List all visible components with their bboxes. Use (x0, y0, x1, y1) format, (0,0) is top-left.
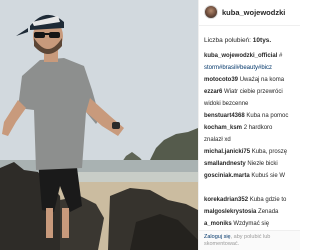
comment-text: Kuba, proszę (251, 149, 288, 155)
comment-username[interactable]: smallandnesty (204, 161, 246, 167)
comment-item: kuba_wojewodzki_official # (204, 52, 300, 64)
comment-item: widoki bezcenne (204, 100, 300, 112)
login-link[interactable]: Zaloguj się (204, 234, 231, 240)
login-prompt: Zaloguj się, aby polubić lub skomentować… (204, 234, 296, 248)
likes-count: Liczba polubień: 10tys. (204, 37, 271, 44)
comment-item: motocoto39 Uważaj na koma (204, 76, 300, 88)
post-sidebar: kuba_wojewodzki Liczba polubień: 10tys. … (198, 0, 300, 250)
comment-username[interactable]: gosciniak.marta (204, 173, 250, 179)
comment-text: 2 hardkoro (243, 125, 273, 131)
comment-username[interactable]: a_moniks (204, 221, 232, 227)
comment-username[interactable]: korekadrian352 (204, 197, 248, 203)
comment-item: storm#brasil#beauty#bicz (204, 64, 300, 76)
comment-text: # (279, 53, 283, 59)
comment-item: znalazł xd (204, 136, 300, 148)
photo-scene (0, 0, 198, 250)
comment-text: Wzdymać się (233, 221, 270, 227)
avatar[interactable] (204, 5, 218, 19)
comment-username[interactable]: kuba_wojewodzki_official (204, 53, 277, 59)
comment-text: Wiatr ciebie przewróci (224, 89, 283, 95)
post-username[interactable]: kuba_wojewodzki (222, 8, 285, 17)
comment-text: znalazł xd (204, 137, 231, 143)
comment-username[interactable]: ezzar6 (204, 89, 222, 95)
comment-item: korekadrian352 Kuba gdzie to (204, 196, 300, 208)
post-header: kuba_wojewodzki (199, 0, 300, 26)
comment-item: benstuart4368 Kuba na pomoc (204, 112, 300, 124)
comment-username[interactable]: malgoslekrystosia (204, 209, 256, 215)
comment-text: Kuba gdzie to (249, 197, 287, 203)
comment-item (204, 184, 300, 196)
comment-text: widoki bezcenne (204, 101, 249, 107)
likes-value: 10tys. (252, 37, 272, 44)
comment-text: Kuba na pomoc (246, 113, 289, 119)
comment-text: Zenada (258, 209, 279, 215)
comment-item: ezzar6 Wiatr ciebie przewróci (204, 88, 300, 100)
comment-username[interactable]: motocoto39 (204, 77, 238, 83)
comment-item: malgoslekrystosia Zenada (204, 208, 300, 220)
likes-label: Liczba polubień: (204, 37, 251, 44)
comment-item: smallandnesty Niezłe bicki (204, 160, 300, 172)
comment-item: michal.janicki75 Kuba, proszę (204, 148, 300, 160)
post-photo (0, 0, 198, 250)
comment-hashtags[interactable]: storm#brasil#beauty#bicz (204, 65, 272, 71)
comment-text: Niezłe bicki (247, 161, 278, 167)
comment-text: Uważaj na koma (239, 77, 285, 83)
comment-item: gosciniak.marta Kubuś sie W (204, 172, 300, 184)
comment-text: Kubuś sie W (251, 173, 286, 179)
comment-item: kocham_ksm 2 hardkoro (204, 124, 300, 136)
comment-username[interactable]: kocham_ksm (204, 125, 242, 131)
comment-username[interactable]: michal.janicki75 (204, 149, 250, 155)
login-footer: Zaloguj się, aby polubić lub skomentować… (199, 230, 300, 250)
comment-username[interactable]: benstuart4368 (204, 113, 245, 119)
comments-list: kuba_wojewodzki_official # storm#brasil#b… (204, 52, 300, 250)
